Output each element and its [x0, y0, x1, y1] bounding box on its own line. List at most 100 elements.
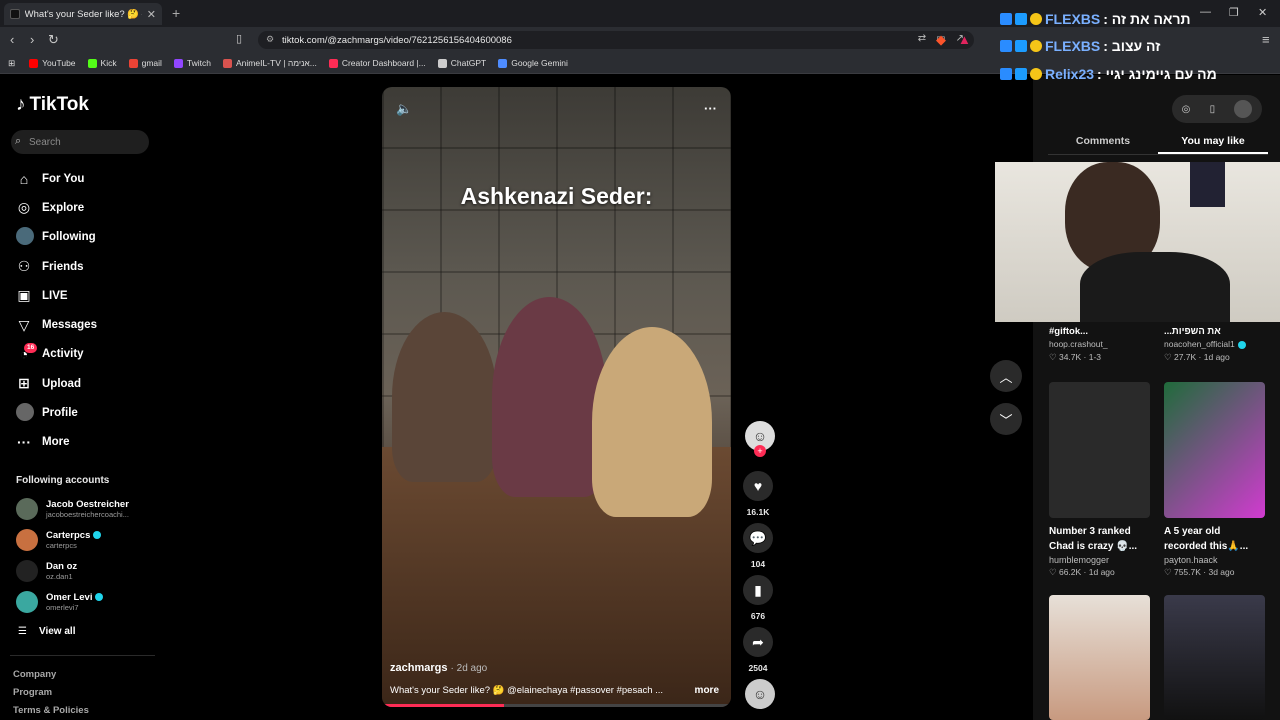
card-thumbnail[interactable]: [1049, 595, 1150, 720]
video-more-icon[interactable]: ···: [704, 101, 717, 116]
streamer-webcam: [995, 162, 1280, 322]
reload-icon[interactable]: ↻: [48, 33, 59, 46]
search-input[interactable]: ⌕ Search: [11, 130, 149, 154]
bookmark-label: ChatGPT: [450, 58, 487, 68]
save-button[interactable]: ▮ 676: [741, 575, 775, 621]
chat-badge-icon: [1015, 13, 1027, 25]
bookmark-favicon-icon: [29, 58, 39, 68]
card-thumbnail[interactable]: [1164, 382, 1265, 518]
sidebar-item-messages[interactable]: ▽ Messages: [16, 310, 166, 339]
bookmark-item[interactable]: Google Gemini: [498, 58, 568, 68]
following-account[interactable]: Carterpcs carterpcs: [16, 529, 102, 551]
minimize-icon[interactable]: —: [1200, 6, 1211, 18]
chat-badge-icon: [1000, 13, 1012, 25]
card-thumbnail[interactable]: [1049, 382, 1150, 518]
tiktok-logo[interactable]: ♪ TikTok: [16, 94, 89, 116]
creator-avatar[interactable]: ☺ +: [743, 421, 777, 457]
search-placeholder: Search: [29, 136, 61, 148]
volume-icon[interactable]: 🔈: [396, 101, 412, 117]
right-panel-tabs: Comments You may like: [1048, 128, 1268, 155]
bookmark-icon[interactable]: ▯: [236, 33, 242, 46]
card-title: A 5 year old recorded this🙏...: [1164, 526, 1249, 552]
footer-link-program[interactable]: Program: [13, 687, 52, 698]
caption-more-button[interactable]: more: [695, 685, 719, 696]
like-button[interactable]: ♥ 16.1K: [741, 471, 775, 517]
following-account[interactable]: Omer Levi omerlevi7: [16, 591, 104, 613]
sidebar-item-friends[interactable]: ⚇ Friends: [16, 252, 166, 281]
next-video-button[interactable]: ﹀: [990, 403, 1022, 435]
recommended-stub[interactable]: ...את השפיות noacohen_official1 ♡ 27.7K …: [1164, 326, 1265, 364]
sidebar-item-following[interactable]: Following: [16, 223, 166, 252]
video-player[interactable]: Ashkenazi Seder: 🔈 ··· zachmargs · 2d ag…: [382, 87, 731, 707]
recommended-card[interactable]: [1164, 595, 1265, 720]
more-icon: ···: [17, 434, 31, 451]
sidebar-item-label: For You: [42, 172, 85, 185]
share-button[interactable]: ➦ 2504: [741, 627, 775, 673]
share-count: 2504: [748, 663, 768, 673]
card-thumbnail[interactable]: [1164, 595, 1265, 720]
stream-chat-message: FLEXBS: זה עצוב: [1000, 38, 1160, 54]
sidebar-item-explore[interactable]: ◎ Explore: [16, 193, 166, 222]
new-tab-icon[interactable]: +: [172, 5, 180, 21]
sidebar-item-for-you[interactable]: ⌂ For You: [16, 164, 166, 193]
following-account[interactable]: Jacob Oestreicher jacoboestreichercoachi.…: [16, 498, 129, 520]
view-all-button[interactable]: ☰ View all: [18, 626, 75, 637]
bookmark-item[interactable]: ChatGPT: [437, 58, 487, 68]
footer-link-company[interactable]: Company: [13, 669, 56, 680]
follow-plus-icon[interactable]: +: [754, 445, 766, 457]
recommended-card[interactable]: A 5 year old recorded this🙏... payton.ha…: [1164, 382, 1265, 578]
compass-icon[interactable]: ◎: [1182, 104, 1191, 115]
recommended-card[interactable]: [1049, 595, 1150, 720]
url-field[interactable]: ⚙ tiktok.com/@zachmargs/video/7621256156…: [258, 31, 974, 49]
like-count: 16.1K: [746, 507, 770, 517]
bookmark-favicon-icon: [437, 58, 447, 68]
menu-icon[interactable]: ≡: [1262, 33, 1270, 46]
sound-avatar[interactable]: ☺: [743, 679, 777, 709]
following-account[interactable]: Dan oz oz.dan1: [16, 560, 77, 582]
sidebar-item-activity[interactable]: ◔ Activity 16: [16, 340, 166, 369]
brave-shield-icon[interactable]: ◆: [936, 33, 946, 46]
bookmark-item[interactable]: YouTube: [29, 58, 76, 68]
maximize-icon[interactable]: ❐: [1229, 6, 1239, 19]
bookmark-save-icon: ▮: [743, 575, 773, 605]
video-progress-bar[interactable]: [382, 704, 731, 707]
brave-rewards-icon[interactable]: ▲: [958, 33, 971, 46]
recommended-stub[interactable]: #giftok... hoop.crashout_ ♡ 34.7K · 1-3: [1049, 326, 1150, 364]
following-accounts-title: Following accounts: [16, 475, 110, 486]
browser-tab[interactable]: What's your Seder like? 🤔 # ✕: [4, 3, 162, 25]
user-avatar[interactable]: [1234, 100, 1253, 118]
stream-chat-message: FLEXBS: תראה את זה: [1000, 11, 1191, 27]
friends-icon: ⚇: [17, 258, 31, 275]
footer-link-terms[interactable]: Terms & Policies: [13, 705, 89, 716]
device-icon[interactable]: ▯: [1210, 104, 1216, 115]
video-author[interactable]: zachmargs · 2d ago: [390, 662, 487, 674]
sidebar-item-more[interactable]: ··· More: [16, 428, 166, 457]
bookmark-item[interactable]: Kick: [87, 58, 117, 68]
previous-video-button[interactable]: ︿: [990, 360, 1022, 392]
recommended-card[interactable]: Number 3 ranked Chad is crazy 💀... humbl…: [1049, 382, 1150, 578]
apps-grid-icon[interactable]: ⊞: [8, 58, 15, 69]
bookmark-favicon-icon: [87, 58, 97, 68]
site-info-icon[interactable]: ⚙: [266, 34, 274, 45]
sidebar-item-upload[interactable]: ⊞ Upload: [16, 369, 166, 398]
stub-stats: ♡ 27.7K · 1d ago: [1164, 352, 1230, 362]
forward-icon[interactable]: ›: [30, 33, 34, 46]
back-icon[interactable]: ‹: [10, 33, 14, 46]
close-tab-icon[interactable]: ✕: [147, 8, 156, 21]
webcam-shirt: [1080, 252, 1230, 322]
sidebar-item-profile[interactable]: Profile: [16, 398, 166, 427]
translate-icon[interactable]: ⇄: [918, 33, 926, 44]
bookmark-item[interactable]: Twitch: [173, 58, 211, 68]
bookmark-item[interactable]: gmail: [128, 58, 162, 68]
video-overlay-title: Ashkenazi Seder:: [460, 183, 653, 209]
chevron-up-icon: ︿: [999, 369, 1013, 385]
bookmark-item[interactable]: Creator Dashboard |...: [328, 58, 426, 68]
tiktok-logo-text: TikTok: [29, 94, 89, 115]
comment-button[interactable]: 💬 104: [741, 523, 775, 569]
sidebar-item-live[interactable]: ▣ LIVE: [16, 281, 166, 310]
tab-you-may-like[interactable]: You may like: [1158, 128, 1268, 154]
close-window-icon[interactable]: ✕: [1258, 6, 1267, 19]
tab-comments[interactable]: Comments: [1048, 128, 1158, 154]
comment-icon: 💬: [743, 523, 773, 553]
bookmark-item[interactable]: AnimeIL-TV | אנימה...: [223, 58, 317, 68]
